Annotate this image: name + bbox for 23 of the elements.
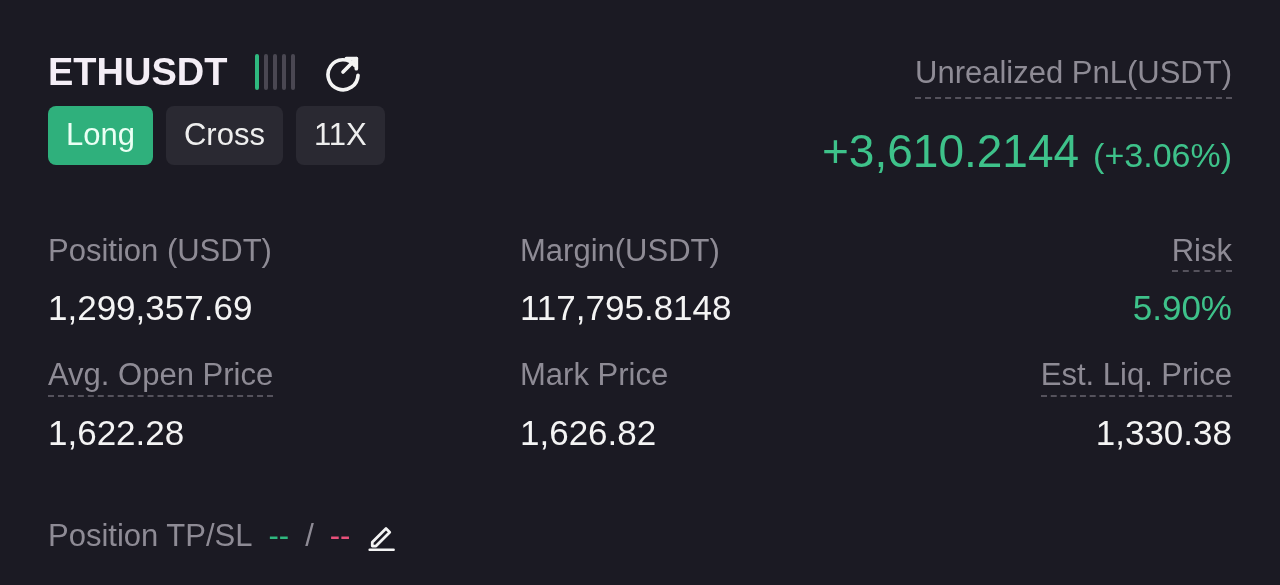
position-tag: Long (48, 106, 153, 165)
stat-label: Avg. Open Price (48, 356, 274, 397)
tpsl-label: Position TP/SL (48, 516, 253, 555)
stat-value: 5.90% (1132, 287, 1232, 330)
stat-value: 1,622.28 (48, 411, 185, 454)
pnl-percent: (+3.06%) (1093, 134, 1232, 176)
separator-text: / (305, 516, 314, 555)
position-tag: 11X (295, 106, 385, 165)
position-tag: Cross (165, 106, 283, 165)
symbol-title: ETHUSDT (48, 53, 228, 91)
pnl-value: +3,610.2144 (822, 123, 1080, 179)
take-profit-value: -- (268, 516, 290, 555)
stat-label: Margin(USDT) (520, 231, 720, 270)
stop-loss-value: -- (329, 516, 351, 555)
stat-label: Position (USDT) (48, 231, 272, 270)
pnl-label: Unrealized PnL(USDT) (915, 50, 1232, 99)
stat-label: Risk (1171, 231, 1232, 273)
stat-value: 1,299,357.69 (48, 287, 253, 330)
stat-label: Est. Liq. Price (1040, 356, 1232, 397)
stat-value: 1,330.38 (1095, 411, 1232, 454)
stat-value: 117,795.8148 (520, 287, 732, 330)
stat-label: Mark Price (520, 356, 669, 394)
stat-value: 1,626.82 (520, 411, 657, 454)
